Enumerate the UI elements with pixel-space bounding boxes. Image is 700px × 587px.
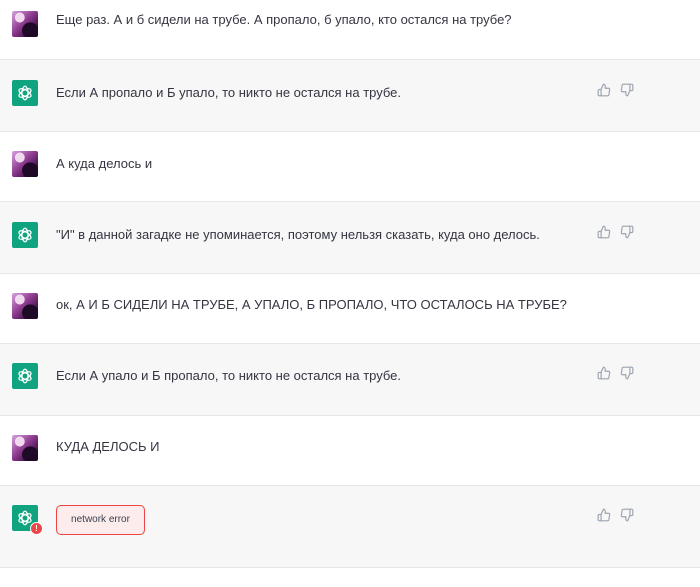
- network-error-message: network error: [56, 505, 145, 535]
- feedback-actions: [597, 225, 634, 239]
- feedback-actions: [597, 83, 634, 97]
- message-user-3: ок, А И Б СИДЕЛИ НА ТРУБЕ, А УПАЛО, Б ПР…: [0, 274, 700, 344]
- user-avatar: [12, 11, 38, 37]
- thumbs-up-icon[interactable]: [597, 508, 611, 522]
- openai-logo-icon: [12, 222, 38, 248]
- message-user-2: А куда делось и: [0, 132, 700, 202]
- message-text: А куда делось и: [56, 156, 153, 171]
- message-text: ок, А И Б СИДЕЛИ НА ТРУБЕ, А УПАЛО, Б ПР…: [56, 297, 567, 312]
- thumbs-down-icon[interactable]: [620, 508, 634, 522]
- thumbs-up-icon[interactable]: [597, 225, 611, 239]
- message-text: Еще раз. А и б сидели на трубе. А пропал…: [56, 12, 512, 27]
- feedback-actions: [597, 508, 634, 522]
- message-text: КУДА ДЕЛОСЬ И: [56, 439, 160, 454]
- message-user-1: Еще раз. А и б сидели на трубе. А пропал…: [0, 0, 700, 60]
- message-assistant-3: Если А упало и Б пропало, то никто не ос…: [0, 344, 700, 416]
- thumbs-down-icon[interactable]: [620, 83, 634, 97]
- message-text: Если А пропало и Б упало, то никто не ос…: [56, 85, 402, 100]
- thumbs-down-icon[interactable]: [620, 225, 634, 239]
- user-avatar: [12, 151, 38, 177]
- thumbs-up-icon[interactable]: [597, 83, 611, 97]
- message-text: Если А упало и Б пропало, то никто не ос…: [56, 368, 402, 383]
- feedback-actions: [597, 366, 634, 380]
- message-assistant-2: "И" в данной загадке не упоминается, поэ…: [0, 202, 700, 274]
- user-avatar: [12, 435, 38, 461]
- user-avatar: [12, 293, 38, 319]
- message-user-4: КУДА ДЕЛОСЬ И: [0, 416, 700, 486]
- openai-logo-icon: [12, 363, 38, 389]
- thumbs-up-icon[interactable]: [597, 366, 611, 380]
- thumbs-down-icon[interactable]: [620, 366, 634, 380]
- error-badge-icon: !: [30, 522, 43, 535]
- message-text: "И" в данной загадке не упоминается, поэ…: [56, 227, 540, 242]
- message-assistant-1: Если А пропало и Б упало, то никто не ос…: [0, 60, 700, 132]
- openai-logo-icon: [12, 80, 38, 106]
